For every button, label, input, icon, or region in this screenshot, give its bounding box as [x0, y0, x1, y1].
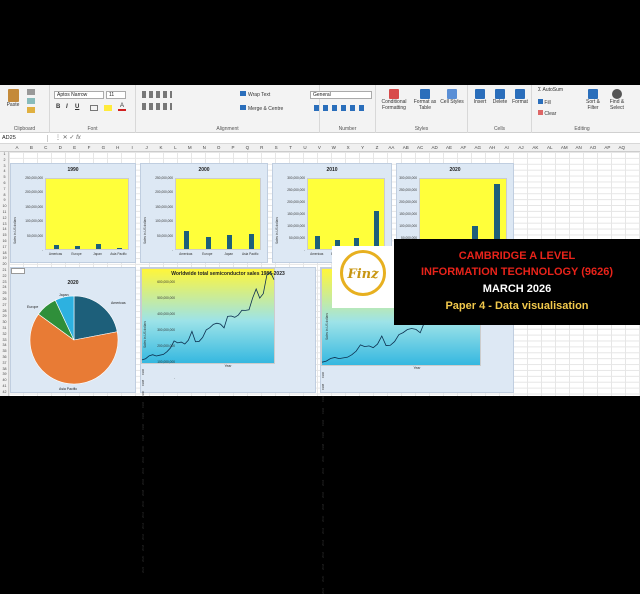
- logo-circle: Finz: [340, 250, 386, 296]
- overlay-line3: MARCH 2026: [482, 283, 552, 295]
- bar: [227, 235, 233, 249]
- bar-chart-panel: 1990 250,000,000 200,000,000 150,000,000 100…: [10, 163, 136, 263]
- y-tick-label: 200,000,000: [399, 200, 417, 204]
- logo-text: Finz: [347, 267, 379, 282]
- overlay-line1: CAMBRIDGE A LEVEL: [458, 250, 576, 262]
- y-tick-label: 150,000,000: [287, 212, 305, 216]
- y-tick-label: 600,000,000: [157, 280, 175, 284]
- y-axis-label: Sales in US dollars: [325, 313, 329, 340]
- title-overlay: CAMBRIDGE A LEVEL INFORMATION TECHNOLOGY…: [394, 239, 640, 325]
- x-tick-label: Europe: [202, 252, 213, 256]
- overlay-line2: INFORMATION TECHNOLOGY (9626): [420, 266, 614, 278]
- y-tick-label: 250,000,000: [287, 188, 305, 192]
- y-tick-label: 300,000,000: [287, 176, 305, 180]
- bar: [315, 235, 321, 249]
- y-tick-label: 400,000,000: [157, 312, 175, 316]
- pie-label: Asia Pacific: [59, 387, 77, 391]
- y-tick-label: 200,000,000: [25, 190, 43, 195]
- plot-area: [45, 178, 129, 250]
- bar: [95, 243, 101, 249]
- y-axis-label: Sales in US dollars: [13, 217, 17, 244]
- x-tick-label: Asia Pacific: [242, 252, 259, 256]
- y-tick-label: 100,000,000: [157, 360, 175, 364]
- bar: [373, 210, 379, 249]
- y-tick-label: 250,000,000: [155, 176, 173, 180]
- x-tick-label: Asia Pacific: [110, 252, 127, 256]
- chart-title: 2000: [198, 167, 210, 173]
- chart-title: 2020: [449, 167, 461, 173]
- y-tick-label: -: [41, 248, 43, 252]
- y-tick-label: -: [173, 376, 175, 380]
- bar: [116, 247, 122, 249]
- plot-area: [175, 178, 261, 250]
- bar: [248, 234, 254, 249]
- bar: [53, 244, 59, 249]
- x-tick-label: Japan: [224, 252, 234, 256]
- x-tick-label: 2022: [321, 587, 325, 594]
- bar: [184, 230, 190, 249]
- bar: [205, 236, 211, 249]
- pie-label: Americas: [111, 301, 126, 305]
- y-tick-label: 200,000,000: [155, 190, 173, 195]
- plot-area: [307, 178, 385, 250]
- y-tick-label: -: [171, 248, 173, 252]
- overlay-line4: Paper 4 - Data visualisation: [445, 300, 589, 312]
- pie-chart-panel: 2020 Americas Asia Pacific Europe Japan: [10, 267, 136, 393]
- y-tick-label: 300,000,000: [399, 176, 417, 180]
- bar: [74, 246, 80, 249]
- pie-label: Europe: [27, 305, 38, 309]
- y-tick-label: 500,000,000: [157, 296, 175, 300]
- line-chart-panel: Worldwide total semiconductor sales 1986…: [140, 267, 316, 573]
- y-axis-label: Sales in US dollars: [275, 217, 279, 244]
- y-tick-label: 150,000,000: [25, 204, 43, 209]
- chart-title: 2010: [326, 167, 338, 173]
- chart-title: 1990: [67, 167, 79, 173]
- y-tick-label: 100,000,000: [399, 224, 417, 228]
- finz-logo: Finz: [332, 246, 394, 308]
- y-tick-label: 250,000,000: [399, 188, 417, 192]
- y-tick-label: 150,000,000: [155, 204, 173, 209]
- y-tick-label: 250,000,000: [25, 176, 43, 180]
- x-axis-label: Year: [224, 364, 232, 368]
- y-tick-label: -: [303, 248, 305, 252]
- y-tick-label: 150,000,000: [399, 212, 417, 216]
- x-tick-label: Americas: [179, 252, 193, 256]
- charts-layer: 1990 250,000,000 200,000,000 150,000,000 100…: [0, 0, 640, 594]
- x-tick-label: 2022: [141, 566, 145, 573]
- pie-label: Japan: [59, 293, 69, 297]
- x-axis-label: Year: [413, 366, 421, 370]
- y-tick-label: 200,000,000: [287, 200, 305, 204]
- bar-chart-panel: 2000 250,000,000 200,000,000 150,000,000 100…: [140, 163, 268, 263]
- pie-svg: Americas Asia Pacific Europe Japan: [27, 293, 126, 391]
